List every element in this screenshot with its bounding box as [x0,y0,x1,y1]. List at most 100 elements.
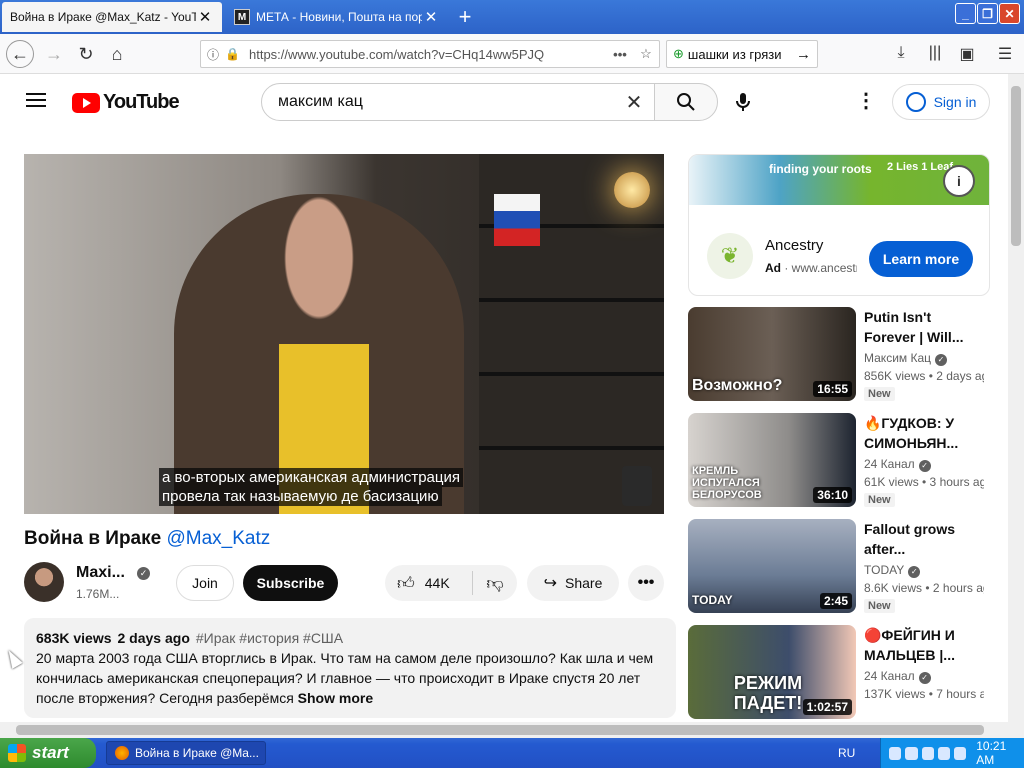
taskbar-window-button[interactable]: Война в Ираке @Ma... [106,741,266,765]
tray-app-icon[interactable] [921,746,934,760]
video-thumbnail[interactable]: РЕЖИМ ПАДЕТ! 1:02:57 [688,625,856,719]
channel-name[interactable]: Maxi... [76,564,125,582]
settings-more-icon[interactable]: ⋮ [856,88,876,113]
tray-app-icon[interactable] [905,746,918,760]
ad-banner-text: finding your roots [769,162,872,176]
video-title[interactable]: 🔥ГУДКОВ: У СИМОНЬЯН... [864,413,964,453]
search-box-text: шашки из грязи [687,46,782,62]
back-button[interactable]: ← [6,40,34,68]
youtube-logo[interactable]: YouTube [72,91,180,114]
ad-info-icon[interactable]: i [943,165,975,197]
tray-app-icon[interactable] [954,746,967,760]
share-button[interactable]: ↪ Share [527,565,619,601]
learn-more-button[interactable]: Learn more [869,241,973,277]
join-button[interactable]: Join [176,565,234,601]
bookmark-star-icon[interactable]: ☆ [633,46,659,62]
tab-youtube[interactable]: Война в Ираке @Max_Katz - YouTube ✕ [2,2,222,32]
video-description[interactable]: 683K views 2 days ago #Ирак #история #СШ… [24,618,676,718]
downloads-icon[interactable]: ⤓ [890,44,912,62]
maximize-button[interactable]: ❐ [977,3,998,24]
video-title: Война в Ираке @Max_Katz [24,528,270,550]
forward-button[interactable]: → [40,40,68,68]
share-arrow-icon: ↪ [543,575,558,592]
verified-icon: ✓ [918,672,931,684]
dislike-button[interactable]: 👎︎ [473,573,517,594]
search-go-icon[interactable]: → [796,46,811,63]
video-thumbnail[interactable]: TODAY 2:45 [688,519,856,613]
sidebar-icon[interactable]: ▣ [956,44,978,64]
horizontal-scrollbar[interactable] [0,722,1008,738]
sign-in-button[interactable]: Sign in [892,84,990,120]
video-thumbnail[interactable]: КРЕМЛЬ ИСПУГАЛСЯ БЕЛОРУСОВ 36:10 [688,413,856,507]
video-title[interactable]: 🔴ФЕЙГИН И МАЛЬЦЕВ |... [864,625,964,665]
microphone-icon[interactable] [736,92,750,117]
video-duration: 36:10 [813,487,852,503]
home-button[interactable]: ⌂ [103,40,131,68]
subscribe-button[interactable]: Subscribe [243,565,338,601]
minimize-button[interactable]: _ [955,3,976,24]
video-lamp-image [614,172,650,208]
channel-name-text: 24 Канал [864,457,915,471]
channel-watermark[interactable] [622,466,652,506]
video-title-tag-link[interactable]: @Max_Katz [166,528,270,549]
video-thumbnail[interactable]: Возможно? 16:55 [688,307,856,401]
search-engine-icon: ⊕ [673,46,684,61]
show-more-link[interactable]: Show more [298,690,373,706]
youtube-header: YouTube максим кац ✕ ⋮ Sign in [0,74,1008,130]
like-button[interactable]: 👍︎ 44K [385,571,473,595]
thumbs-down-icon: 👎︎ [486,573,504,593]
video-flag-image [494,194,540,246]
lock-icon: 🔒 [225,47,240,61]
recommended-video[interactable]: Возможно? 16:55 Putin Isn't Forever | Wi… [688,307,990,403]
library-icon[interactable]: ||| [924,44,946,62]
ad-label: Ad [765,261,781,275]
description-meta: 683K views 2 days ago #Ирак #история #СШ… [36,628,664,648]
verified-icon: ✓ [908,566,921,578]
tray-app-icon[interactable] [937,746,950,760]
sidebar-ad[interactable]: finding your roots 2 Lies 1 Leaf i ❦ Anc… [688,154,990,296]
video-title[interactable]: Fallout grows after... [864,519,964,559]
verified-icon: ✓ [918,460,931,472]
recommended-video[interactable]: TODAY 2:45 Fallout grows after... TODAY ✓… [688,519,990,615]
guide-menu-icon[interactable] [26,93,46,107]
thumbs-up-icon: 👍︎ [397,573,415,593]
close-window-button[interactable]: ✕ [999,3,1020,24]
tab-meta[interactable]: M МЕТА - Новини, Пошта на порта ✕ [226,2,448,32]
like-count: 44K [424,575,450,591]
video-player[interactable]: а во-вторых американская администрация п… [24,154,664,514]
scrollbar-thumb[interactable] [1011,86,1021,246]
more-actions-button[interactable]: ••• [628,565,664,601]
address-bar[interactable]: ⓘ 🔒 https://www.youtube.com/watch?v=CHq1… [200,40,660,68]
browser-search-box[interactable]: ⊕ шашки из грязи → [666,40,818,68]
tray-arrow-icon[interactable] [889,746,902,760]
ad-domain-text: www.ancestry.com [791,261,857,275]
page-actions-icon[interactable]: ••• [607,47,633,62]
vertical-scrollbar[interactable] [1008,74,1024,738]
video-duration: 1:02:57 [802,699,852,715]
language-indicator[interactable]: RU [838,746,855,760]
hashtags[interactable]: #Ирак #история #США [196,628,343,648]
youtube-search-input[interactable]: максим кац ✕ [261,83,655,121]
advertiser-name: Ancestry [765,237,824,254]
start-button[interactable]: start [0,738,96,768]
new-tab-button[interactable]: + [452,4,478,30]
reload-button[interactable]: ↻ [72,40,100,68]
recommended-video[interactable]: РЕЖИМ ПАДЕТ! 1:02:57 🔴ФЕЙГИН И МАЛЬЦЕВ |… [688,625,990,721]
menu-icon[interactable]: ☰ [994,44,1016,64]
thumbnail-overlay-text: TODAY [692,593,733,607]
channel-name: 24 Канал ✓ [864,457,931,472]
verified-icon: ✓ [137,567,150,580]
video-duration: 2:45 [819,593,852,609]
caption-line: а во-вторых американская администрация [159,468,463,487]
close-tab-icon[interactable]: ✕ [196,8,214,26]
info-icon[interactable]: ⓘ [201,46,225,63]
recommended-video[interactable]: КРЕМЛЬ ИСПУГАЛСЯ БЕЛОРУСОВ 36:10 🔥ГУДКОВ… [688,413,990,509]
channel-avatar[interactable] [24,562,64,602]
video-title[interactable]: Putin Isn't Forever | Will... [864,307,964,347]
share-label: Share [565,575,603,591]
close-tab-icon[interactable]: ✕ [422,8,440,26]
sign-in-label: Sign in [933,94,977,110]
scrollbar-thumb[interactable] [16,725,984,735]
search-button[interactable] [654,83,718,121]
clear-search-icon[interactable]: ✕ [614,90,654,115]
